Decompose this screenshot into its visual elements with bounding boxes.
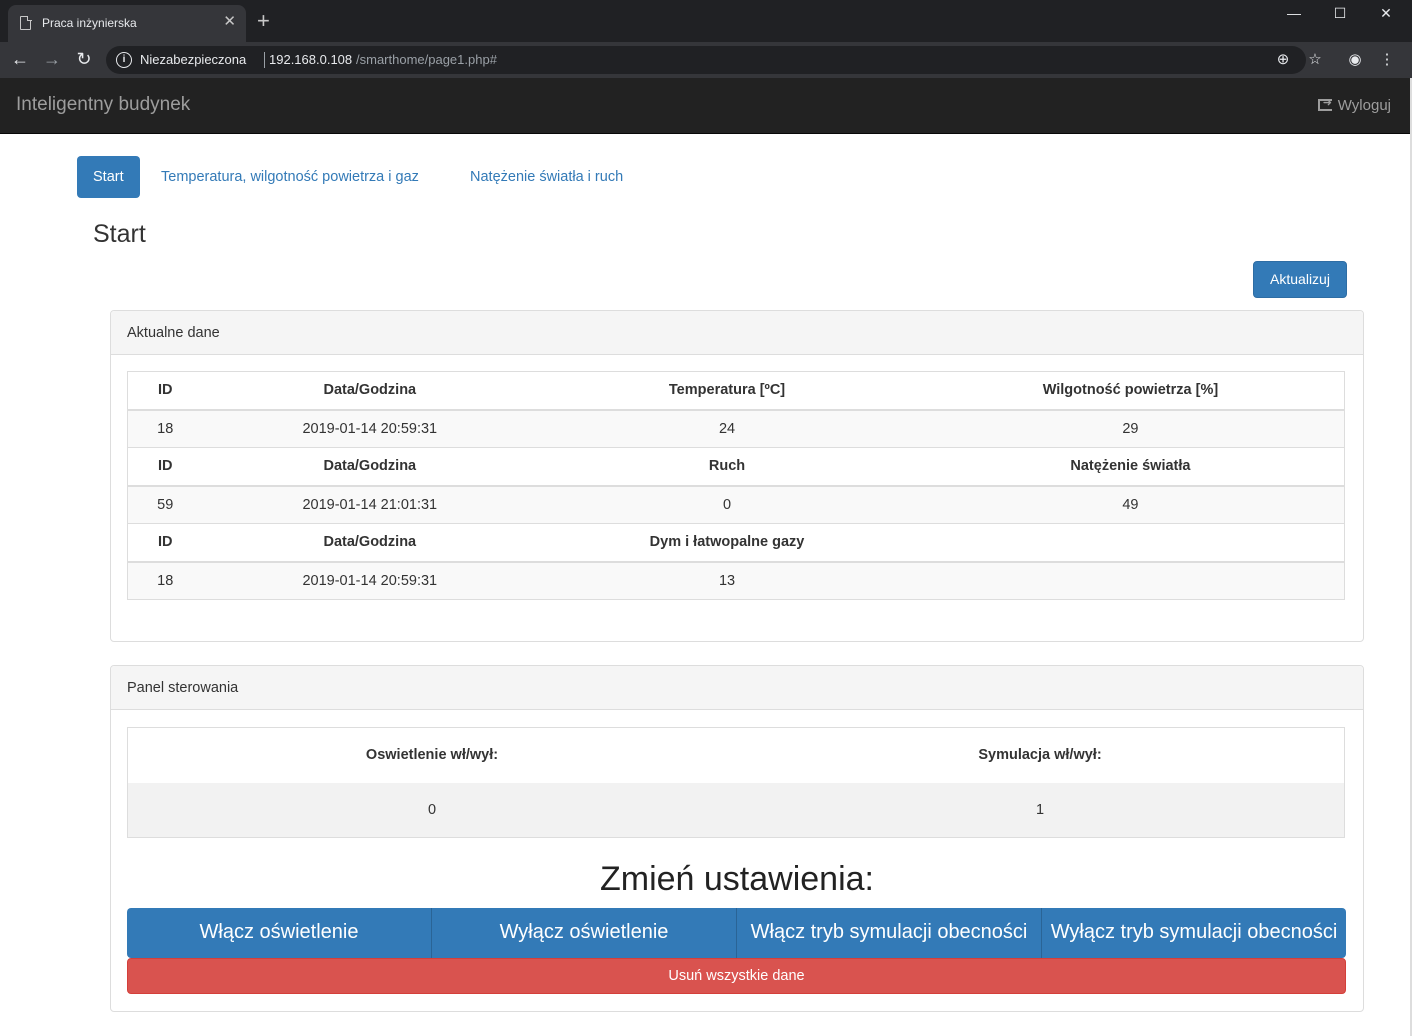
control-panel: Panel sterowania Oswietlenie wł/wył: Sym…	[110, 665, 1364, 1012]
update-button[interactable]: Aktualizuj	[1253, 261, 1347, 298]
table-cell: 24	[537, 409, 917, 448]
address-bar[interactable]: i Niezabezpieczona 192.168.0.108 /smarth…	[106, 46, 1306, 74]
light-on-button[interactable]: Włącz oświetlenie	[127, 908, 432, 958]
simulation-off-button[interactable]: Wyłącz tryb symulacji obecności	[1042, 908, 1346, 958]
tab-title: Praca inżynierska	[42, 16, 137, 30]
maximize-icon[interactable]: ☐	[1317, 0, 1363, 28]
page-title: Start	[93, 220, 146, 248]
close-window-icon[interactable]: ✕	[1363, 0, 1409, 28]
zoom-icon[interactable]: ⊕	[1272, 49, 1294, 71]
table-cell	[916, 561, 1345, 600]
back-icon[interactable]: ←	[8, 47, 32, 71]
incognito-icon[interactable]: ◉	[1344, 49, 1366, 71]
delete-all-button[interactable]: Usuń wszystkie dane	[127, 958, 1346, 994]
browser-toolbar: ← → ↻ i Niezabezpieczona 192.168.0.108 /…	[0, 42, 1412, 78]
table-row: 18 2019-01-14 20:59:31 24 29	[127, 409, 1345, 448]
divider	[264, 52, 265, 68]
table-cell: 1	[736, 782, 1345, 838]
table-row: 59 2019-01-14 21:01:31 0 49	[127, 485, 1345, 524]
column-header: Data/Godzina	[202, 371, 538, 411]
table-cell: 13	[537, 561, 917, 600]
column-header: ID	[127, 371, 203, 411]
column-header: Data/Godzina	[202, 523, 538, 563]
column-header: Natężenie światła	[916, 447, 1345, 487]
url-path: /smarthome/page1.php#	[356, 52, 497, 67]
change-settings-title: Zmień ustawienia:	[599, 860, 874, 898]
table-cell: 0	[127, 782, 736, 838]
table-cell: 18	[127, 561, 203, 600]
reload-icon[interactable]: ↻	[72, 47, 96, 71]
table-cell: 49	[916, 485, 1345, 524]
info-icon[interactable]: i	[116, 52, 132, 68]
table-cell: 2019-01-14 21:01:31	[202, 485, 538, 524]
current-data-table: ID Data/Godzina Temperatura [ºC] Wilgotn…	[127, 371, 1345, 600]
column-header	[916, 523, 1345, 563]
table-header-row: ID Data/Godzina Temperatura [ºC] Wilgotn…	[127, 371, 1345, 411]
url-host: 192.168.0.108	[269, 52, 353, 67]
tab-temperature[interactable]: Temperatura, wilgotność powietrza i gaz	[145, 156, 435, 198]
app-navbar: Inteligentny budynek Wyloguj	[0, 78, 1410, 134]
column-header: Data/Godzina	[202, 447, 538, 487]
table-cell: 2019-01-14 20:59:31	[202, 561, 538, 600]
security-label: Niezabezpieczona	[140, 52, 247, 67]
column-header: Ruch	[537, 447, 917, 487]
column-header: Dym i łatwopalne gazy	[537, 523, 917, 563]
tab-start[interactable]: Start	[77, 156, 140, 198]
forward-icon[interactable]: →	[40, 47, 64, 71]
table-header-row: ID Data/Godzina Dym i łatwopalne gazy	[127, 523, 1345, 563]
table-header-row: ID Data/Godzina Ruch Natężenie światła	[127, 447, 1345, 487]
logout-icon	[1317, 96, 1332, 111]
browser-tab-bar: Praca inżynierska ✕ + — ☐ ✕	[0, 0, 1412, 42]
panel-heading: Aktualne dane	[111, 311, 1363, 355]
column-header: Oswietlenie wł/wył:	[365, 747, 499, 764]
column-header: ID	[127, 523, 203, 563]
page-icon	[20, 15, 32, 30]
table-cell: 59	[127, 485, 203, 524]
current-data-panel: Aktualne dane ID Data/Godzina Temperatur…	[110, 310, 1364, 642]
logout-label: Wyloguj	[1337, 97, 1391, 114]
control-status-table: Oswietlenie wł/wył: Symulacja wł/wył: 0 …	[127, 727, 1345, 838]
column-header: ID	[127, 447, 203, 487]
table-row: 0 1	[127, 782, 1345, 838]
menu-icon[interactable]: ⋮	[1376, 49, 1398, 71]
table-cell: 0	[537, 485, 917, 524]
browser-tab[interactable]: Praca inżynierska ✕	[8, 5, 246, 42]
column-header: Symulacja wł/wył:	[978, 747, 1102, 764]
tab-light-motion[interactable]: Natężenie światła i ruch	[454, 156, 639, 198]
close-tab-icon[interactable]: ✕	[223, 12, 236, 30]
logout-link[interactable]: Wyloguj	[1317, 96, 1391, 114]
table-cell: 2019-01-14 20:59:31	[202, 409, 538, 448]
table-cell: 18	[127, 409, 203, 448]
brand[interactable]: Inteligentny budynek	[16, 94, 190, 116]
table-row: 18 2019-01-14 20:59:31 13	[127, 561, 1345, 600]
bookmark-star-icon[interactable]: ☆	[1304, 49, 1326, 71]
minimize-icon[interactable]: —	[1271, 0, 1317, 28]
new-tab-icon[interactable]: +	[257, 8, 270, 34]
simulation-on-button[interactable]: Włącz tryb symulacji obecności	[737, 908, 1042, 958]
column-header: Temperatura [ºC]	[537, 371, 917, 411]
panel-heading: Panel sterowania	[111, 666, 1363, 710]
column-header: Wilgotność powietrza [%]	[916, 371, 1345, 411]
table-cell: 29	[916, 409, 1345, 448]
table-header-row: Oswietlenie wł/wył: Symulacja wł/wył:	[128, 728, 1345, 783]
light-off-button[interactable]: Wyłącz oświetlenie	[432, 908, 737, 958]
